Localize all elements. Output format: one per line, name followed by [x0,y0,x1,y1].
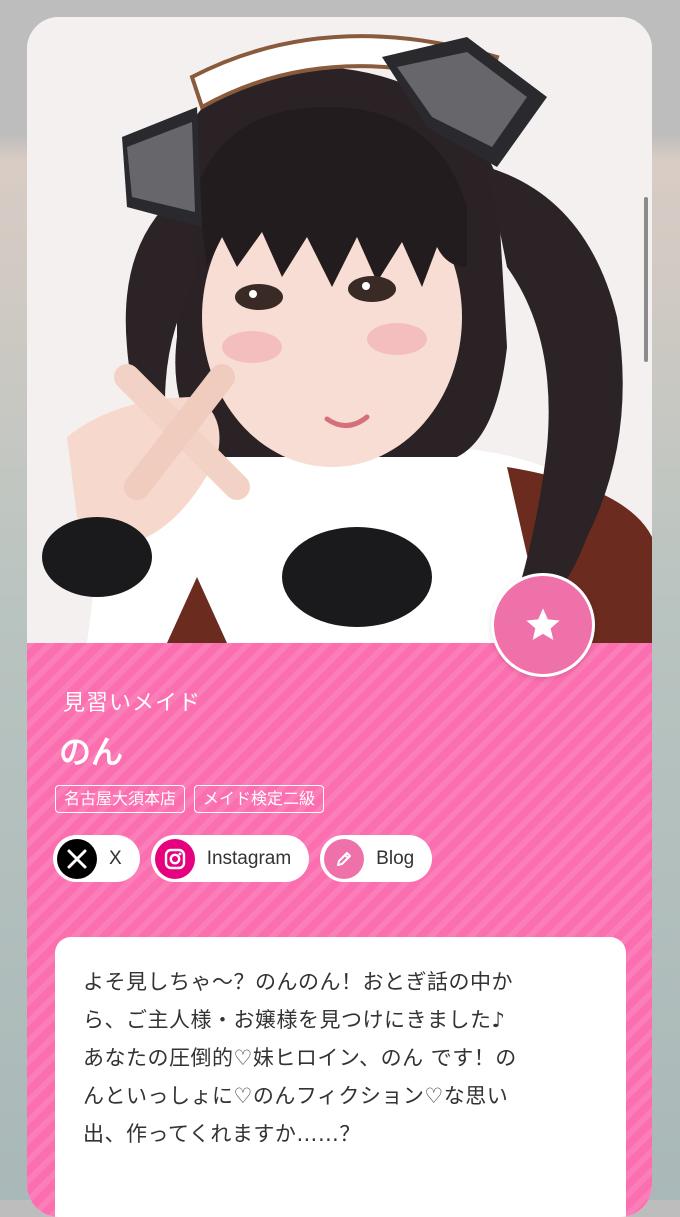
instagram-icon [154,838,195,879]
social-links: X Instagram Blog [53,835,433,882]
star-icon [526,608,560,640]
bio-line: んといっしょに♡のんフィクション♡な思い [83,1084,509,1108]
instagram-link-label: Instagram [206,847,292,869]
cast-bio: よそ見しちゃ〜？のんのん！おとぎ話の中か ら、ご主人様・お嬢様を見つけにきました… [55,937,626,1217]
bio-line: よそ見しちゃ〜？のんのん！おとぎ話の中か [83,970,513,994]
bio-line: あなたの圧倒的♡妹ヒロイン、のん です！の [83,1046,517,1070]
bio-line: ら、ご主人様・お嬢様を見つけにきました♪ [83,1008,506,1032]
favorite-button[interactable] [491,573,595,677]
instagram-link[interactable]: Instagram [150,835,310,882]
cast-photo [27,17,652,643]
blog-link-label: Blog [376,847,415,869]
x-logo-icon [57,838,97,879]
blog-link[interactable]: Blog [320,835,433,882]
cast-name: のん [59,733,124,771]
bio-line: 出、作ってくれますか……？ [83,1122,361,1146]
cast-rank: 見習いメイド [63,691,202,716]
x-link-label: X [109,847,122,869]
scrollbar[interactable] [644,197,648,362]
tag-certification: メイド検定二級 [194,785,325,813]
cast-tags: 名古屋大須本店 メイド検定二級 [55,785,325,813]
pencil-icon [324,838,365,879]
x-link[interactable]: X [53,835,140,882]
tag-store: 名古屋大須本店 [55,785,186,813]
